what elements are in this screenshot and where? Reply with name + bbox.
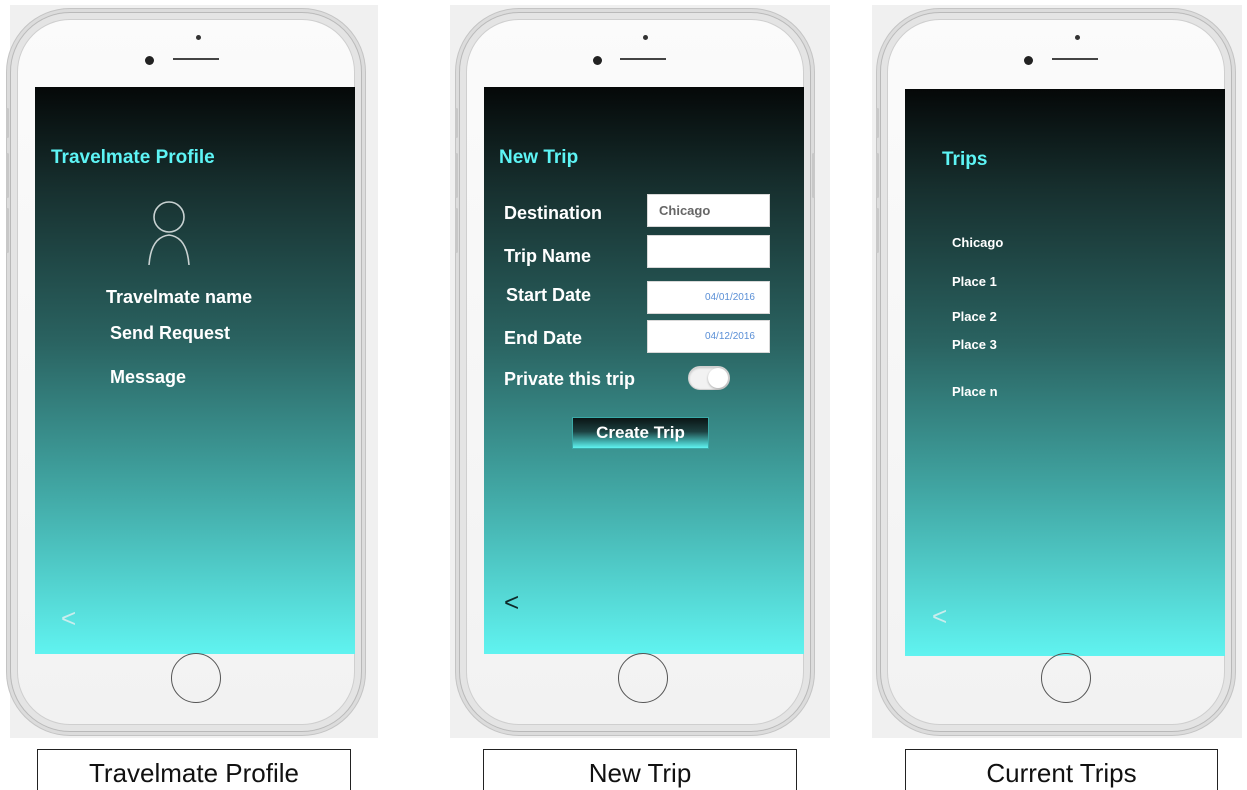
speaker-grille: [620, 58, 666, 60]
private-trip-toggle[interactable]: [688, 366, 730, 390]
camera-icon: [145, 56, 154, 65]
chevron-left-icon[interactable]: <: [504, 587, 519, 618]
home-button-icon[interactable]: [1041, 653, 1091, 703]
sensor-dot: [643, 35, 648, 40]
user-avatar-icon: [147, 197, 191, 267]
volume-button: [455, 108, 458, 138]
camera-icon: [593, 56, 602, 65]
volume-button: [6, 108, 9, 138]
start-date-label: Start Date: [506, 285, 592, 305]
page-title: Travelmate Profile: [51, 147, 215, 168]
start-date-field[interactable]: 04/01/2016: [647, 281, 770, 314]
volume-button: [876, 153, 879, 198]
end-date-label: End Date: [504, 328, 583, 348]
message-button[interactable]: Message: [110, 367, 186, 388]
volume-button: [6, 208, 9, 253]
home-button-icon[interactable]: [618, 653, 668, 703]
chevron-left-icon[interactable]: <: [932, 601, 947, 632]
trip-list-item[interactable]: Place 1: [952, 274, 997, 289]
screen-profile: Travelmate Profile Travelmate name Send …: [35, 87, 355, 654]
travelmate-name: Travelmate name: [106, 287, 253, 307]
screen-new-trip: New Trip Destination Chicago Trip Name S…: [484, 87, 804, 654]
phone-frame-new-trip: New Trip Destination Chicago Trip Name S…: [455, 12, 815, 732]
power-button: [812, 153, 815, 198]
caption-trips: Current Trips: [905, 749, 1218, 790]
send-request-button[interactable]: Send Request: [110, 323, 230, 344]
sensor-dot: [196, 35, 201, 40]
chevron-left-icon[interactable]: <: [61, 603, 76, 634]
caption-new-trip: New Trip: [483, 749, 797, 790]
speaker-grille: [1052, 58, 1098, 60]
page-title: New Trip: [499, 147, 579, 168]
trip-list-item[interactable]: Place 2: [952, 309, 997, 324]
volume-button: [455, 208, 458, 253]
camera-icon: [1024, 56, 1033, 65]
toggle-knob: [708, 368, 728, 388]
page-title: Trips: [942, 149, 988, 170]
phone-frame-trips: Trips Chicago Place 1 Place 2 Place 3 Pl…: [876, 12, 1232, 732]
home-button-icon[interactable]: [171, 653, 221, 703]
trip-name-field[interactable]: [647, 235, 770, 268]
speaker-grille: [173, 58, 219, 60]
volume-button: [876, 208, 879, 253]
create-trip-button[interactable]: Create Trip: [572, 417, 709, 449]
volume-button: [6, 153, 9, 198]
destination-label: Destination: [504, 203, 603, 223]
trip-list-item[interactable]: Place 3: [952, 337, 997, 352]
trip-list-item[interactable]: Place n: [952, 384, 998, 399]
caption-profile: Travelmate Profile: [37, 749, 351, 790]
volume-button: [455, 153, 458, 198]
destination-field[interactable]: Chicago: [647, 194, 770, 227]
trip-name-label: Trip Name: [504, 246, 592, 266]
end-date-field[interactable]: 04/12/2016: [647, 320, 770, 353]
private-trip-label: Private this trip: [504, 369, 636, 389]
screen-trips: Trips Chicago Place 1 Place 2 Place 3 Pl…: [905, 89, 1225, 656]
trip-list-item[interactable]: Chicago: [952, 235, 1003, 250]
phone-frame-profile: Travelmate Profile Travelmate name Send …: [6, 12, 362, 732]
volume-button: [876, 108, 879, 138]
sensor-dot: [1075, 35, 1080, 40]
